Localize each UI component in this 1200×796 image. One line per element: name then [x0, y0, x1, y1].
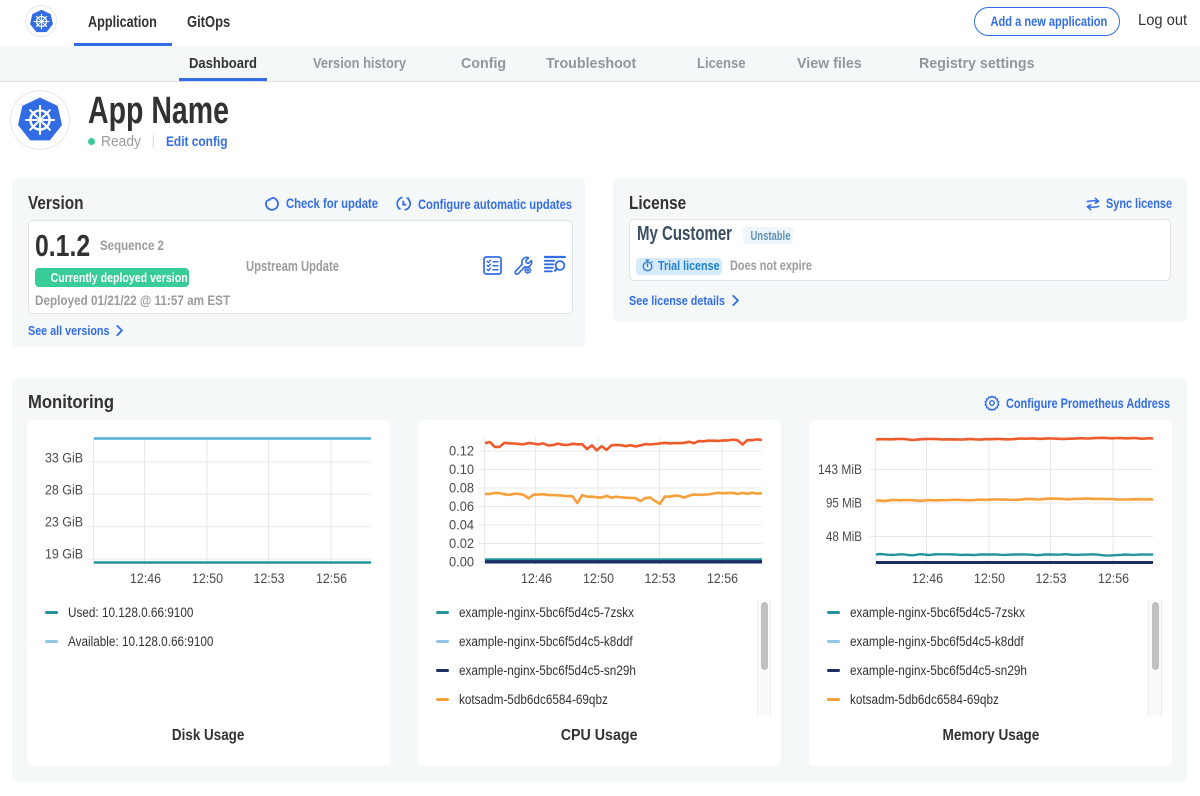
svg-text:12:50: 12:50 — [192, 571, 223, 586]
svg-text:12:53: 12:53 — [1036, 571, 1067, 586]
svg-text:12:53: 12:53 — [254, 571, 285, 586]
svg-text:12:56: 12:56 — [1098, 571, 1129, 586]
svg-text:0.12: 0.12 — [449, 444, 474, 459]
svg-text:28 GiB: 28 GiB — [45, 483, 83, 498]
svg-text:33 GiB: 33 GiB — [45, 451, 83, 466]
svg-text:0.02: 0.02 — [449, 536, 474, 551]
svg-text:0.06: 0.06 — [449, 499, 474, 514]
svg-text:19 GiB: 19 GiB — [45, 547, 83, 562]
svg-text:48 MiB: 48 MiB — [826, 529, 862, 544]
svg-text:95 MiB: 95 MiB — [826, 496, 862, 511]
svg-text:12:53: 12:53 — [645, 571, 676, 586]
svg-text:12:46: 12:46 — [912, 571, 943, 586]
svg-text:12:50: 12:50 — [974, 571, 1005, 586]
svg-text:23 GiB: 23 GiB — [45, 515, 83, 530]
svg-text:12:46: 12:46 — [521, 571, 552, 586]
svg-text:12:46: 12:46 — [130, 571, 161, 586]
svg-text:0.10: 0.10 — [449, 462, 474, 477]
svg-text:12:56: 12:56 — [316, 571, 347, 586]
svg-text:12:50: 12:50 — [583, 571, 614, 586]
svg-text:0.04: 0.04 — [449, 518, 474, 533]
svg-text:143 MiB: 143 MiB — [818, 462, 862, 477]
svg-text:0.08: 0.08 — [449, 481, 474, 496]
svg-text:0.00: 0.00 — [449, 555, 474, 570]
svg-text:12:56: 12:56 — [707, 571, 738, 586]
